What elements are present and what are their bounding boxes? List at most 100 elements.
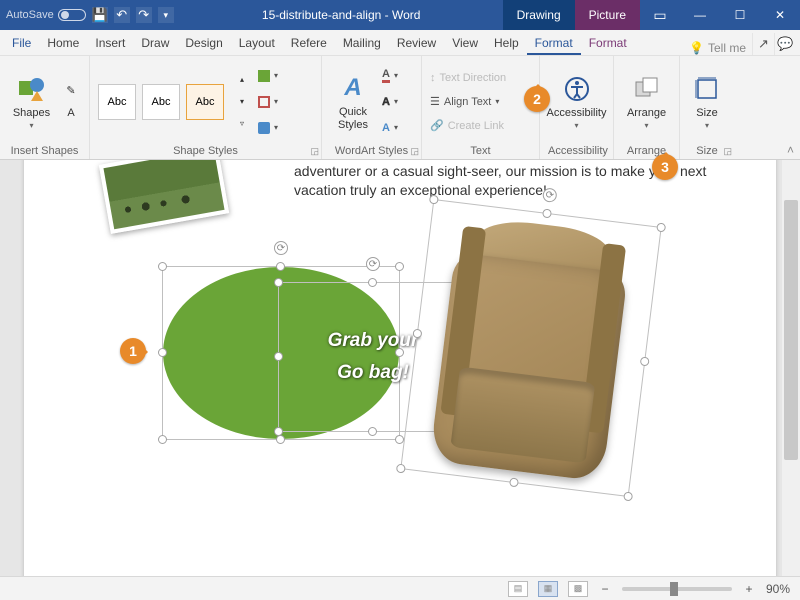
tab-help[interactable]: Help — [486, 32, 527, 55]
tab-layout[interactable]: Layout — [231, 32, 283, 55]
group-insert-shapes: Shapes ▾ ✎ A Insert Shapes — [0, 56, 90, 159]
resize-handle[interactable] — [509, 477, 519, 487]
shape-outline-button[interactable]: ▾ — [258, 92, 278, 112]
tell-me-search[interactable]: 💡 Tell me — [683, 41, 752, 55]
dialog-launcher-icon[interactable]: ◲ — [410, 146, 419, 157]
quick-styles-label: Quick Styles — [338, 106, 368, 130]
tab-format-drawing[interactable]: Format — [527, 32, 581, 55]
text-direction-button[interactable]: ↕Text Direction — [430, 68, 506, 88]
chevron-down-icon: ▾ — [644, 121, 648, 130]
gallery-more-icon[interactable]: ▿ — [232, 115, 252, 133]
tab-mailings[interactable]: Mailing — [335, 32, 389, 55]
tab-draw[interactable]: Draw — [133, 32, 177, 55]
text-line-1: Grab your — [328, 330, 419, 352]
resize-handle[interactable] — [158, 435, 167, 444]
align-text-button[interactable]: ☰Align Text▾ — [430, 92, 499, 112]
zoom-in-button[interactable]: + — [742, 582, 756, 596]
group-label-accessibility: Accessibility — [548, 143, 605, 157]
text-outline-button[interactable]: A▾ — [382, 92, 398, 112]
rotate-handle-icon[interactable]: ⟳ — [274, 241, 288, 255]
close-button[interactable]: ✕ — [760, 0, 800, 30]
resize-handle[interactable] — [640, 356, 650, 366]
resize-handle[interactable] — [274, 278, 283, 287]
context-tab-drawing[interactable]: Drawing — [503, 0, 575, 30]
resize-handle[interactable] — [368, 427, 377, 436]
group-label-text: Text — [430, 143, 531, 157]
resize-handle[interactable] — [276, 262, 285, 271]
tab-review[interactable]: Review — [389, 32, 444, 55]
size-button[interactable]: Size ▾ — [684, 71, 730, 132]
gallery-down-icon[interactable]: ▾ — [232, 93, 252, 111]
tab-file[interactable]: File — [4, 32, 39, 55]
group-size: Size ▾ Size ◲ — [680, 56, 734, 159]
group-arrange: Arrange ▾ Arrange — [614, 56, 680, 159]
read-mode-button[interactable]: ▤ — [508, 581, 528, 597]
wordart-icon: A — [337, 72, 369, 104]
edit-shape-button[interactable]: ✎ — [61, 82, 81, 100]
vertical-scrollbar[interactable] — [782, 160, 800, 576]
dialog-launcher-icon[interactable]: ◲ — [310, 146, 319, 157]
accessibility-button[interactable]: Accessibility ▾ — [548, 71, 605, 132]
resize-handle[interactable] — [274, 427, 283, 436]
callout-3: 3 — [652, 154, 678, 180]
create-link-button[interactable]: 🔗Create Link — [430, 116, 504, 136]
qat-more-icon[interactable]: ▾ — [158, 7, 174, 23]
arrange-button[interactable]: Arrange ▾ — [622, 71, 671, 132]
save-icon[interactable]: 💾 — [92, 7, 108, 23]
zoom-slider-thumb[interactable] — [670, 582, 678, 596]
tab-design[interactable]: Design — [177, 32, 230, 55]
shapes-gallery-button[interactable]: Shapes ▾ — [8, 71, 55, 132]
resize-handle[interactable] — [158, 262, 167, 271]
tab-format-picture[interactable]: Format — [581, 32, 635, 55]
dialog-launcher-icon[interactable]: ◲ — [723, 146, 732, 157]
resize-handle[interactable] — [656, 222, 666, 232]
scroll-thumb[interactable] — [784, 200, 798, 460]
zoom-out-button[interactable]: − — [598, 582, 612, 596]
context-tab-picture[interactable]: Picture — [575, 0, 640, 30]
shape-fill-button[interactable]: ▾ — [258, 66, 278, 86]
backpack-picture-selection[interactable]: ⟳ — [400, 199, 661, 497]
zoom-level[interactable]: 90% — [766, 582, 790, 596]
shape-effects-button[interactable]: ▾ — [258, 118, 278, 138]
rotate-handle-icon[interactable]: ⟳ — [542, 187, 558, 203]
maximize-button[interactable]: ☐ — [720, 0, 760, 30]
resize-handle[interactable] — [368, 278, 377, 287]
autosave-label: AutoSave — [6, 9, 54, 21]
resize-handle[interactable] — [276, 435, 285, 444]
resize-handle[interactable] — [623, 491, 633, 501]
redo-icon[interactable]: ↷ — [136, 7, 152, 23]
tab-references[interactable]: Refere — [283, 32, 335, 55]
text-fill-button[interactable]: A▾ — [382, 66, 398, 86]
text-box-button[interactable]: A — [61, 104, 81, 122]
share-button[interactable]: ↗ — [752, 33, 774, 55]
resize-handle[interactable] — [396, 464, 406, 474]
toggle-off-icon — [58, 9, 86, 21]
collapse-ribbon-icon[interactable]: ˄ — [787, 143, 794, 157]
text-effects-button[interactable]: A▾ — [382, 118, 398, 138]
shape-style-preset-1[interactable]: Abc — [98, 84, 136, 120]
minimize-button[interactable]: — — [680, 0, 720, 30]
print-layout-button[interactable]: ▦ — [538, 581, 558, 597]
resize-handle[interactable] — [274, 352, 283, 361]
tab-home[interactable]: Home — [39, 32, 87, 55]
gallery-up-icon[interactable]: ▴ — [232, 71, 252, 89]
text-direction-icon: ↕ — [430, 72, 436, 84]
shape-style-preset-3[interactable]: Abc — [186, 84, 224, 120]
zoom-slider[interactable] — [622, 587, 732, 591]
web-layout-button[interactable]: ▩ — [568, 581, 588, 597]
tab-view[interactable]: View — [444, 32, 486, 55]
rotate-handle-icon[interactable]: ⟳ — [366, 257, 380, 271]
resize-handle[interactable] — [158, 348, 167, 357]
quick-styles-button[interactable]: A Quick Styles — [330, 70, 376, 132]
page[interactable]: adventurer or a casual sight-seer, our m… — [24, 160, 776, 576]
tab-insert[interactable]: Insert — [87, 32, 133, 55]
autosave-toggle[interactable]: AutoSave — [6, 9, 86, 21]
undo-icon[interactable]: ↶ — [114, 7, 130, 23]
backpack-image — [401, 200, 660, 496]
comments-button[interactable]: 💬 — [774, 33, 796, 55]
ribbon-options-icon[interactable]: ▭ — [640, 0, 680, 30]
accessibility-icon — [561, 73, 593, 105]
callout-1: 1 — [120, 338, 146, 364]
resize-handle[interactable] — [395, 262, 404, 271]
shape-style-preset-2[interactable]: Abc — [142, 84, 180, 120]
